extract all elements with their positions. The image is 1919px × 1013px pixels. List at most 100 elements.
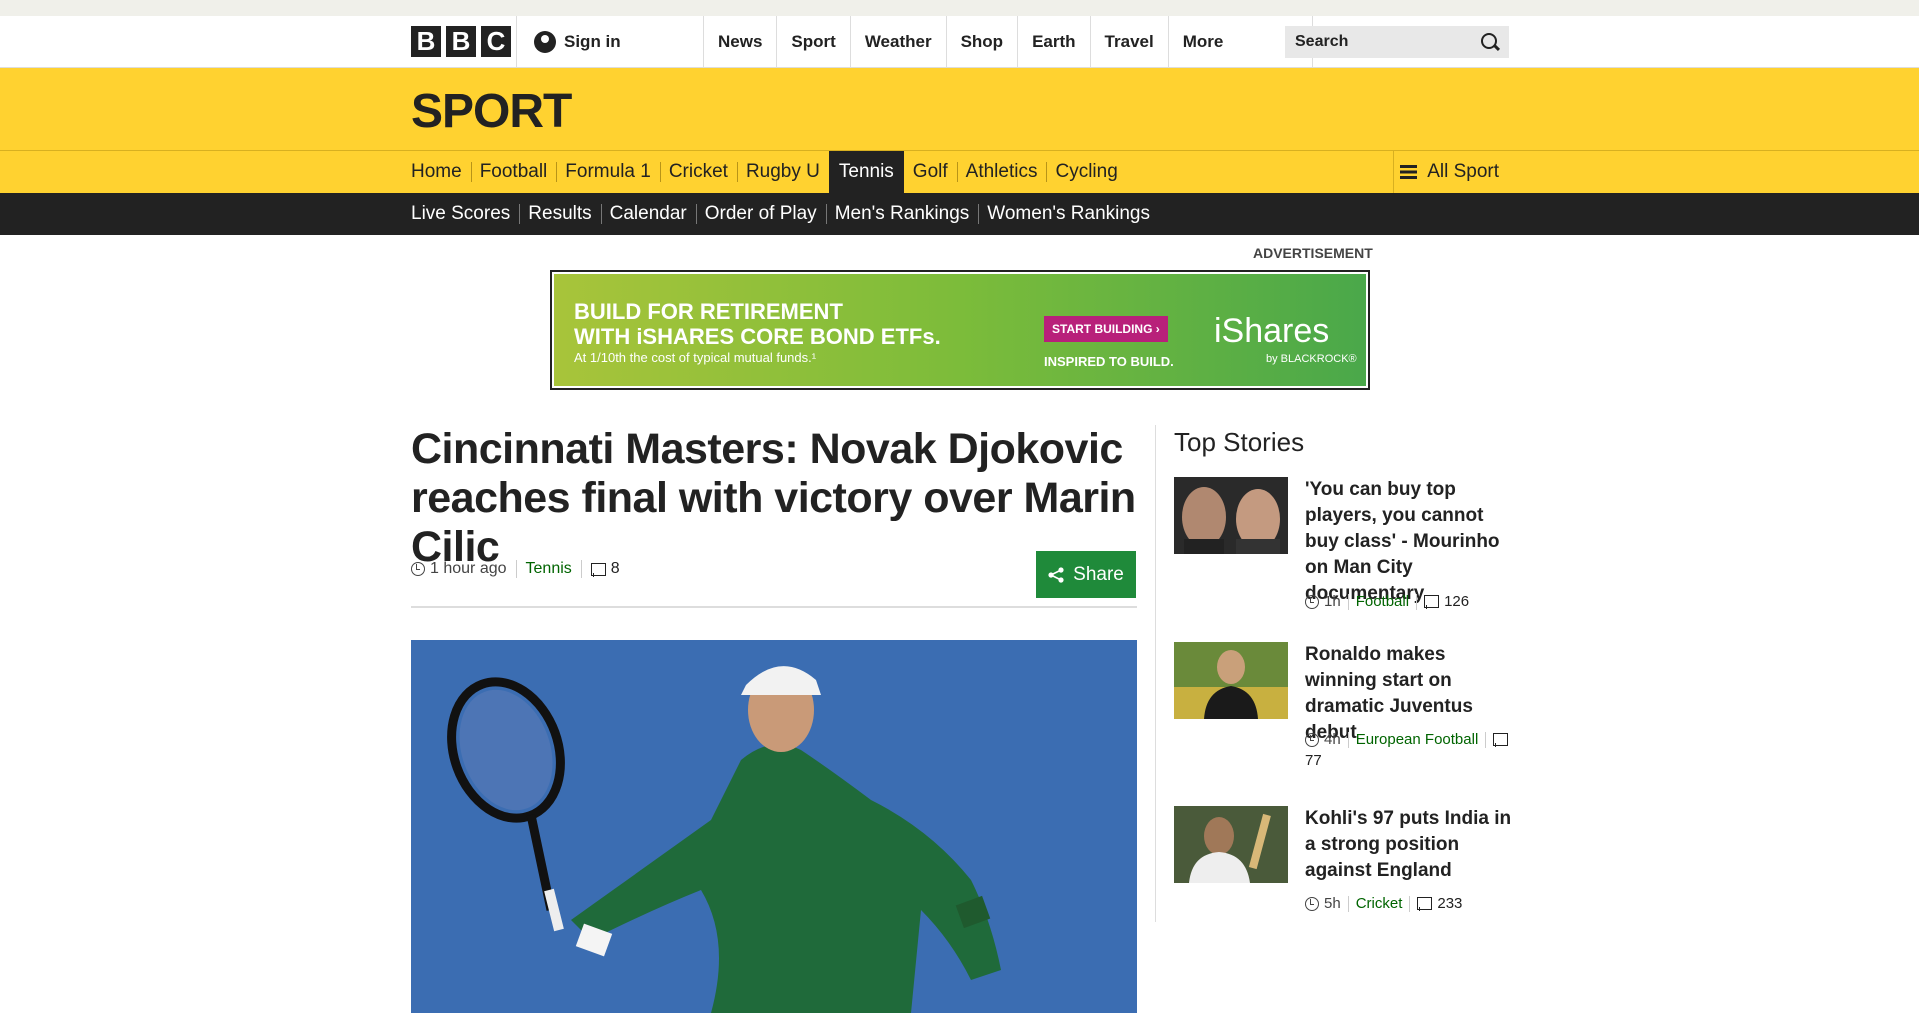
article-section-link[interactable]: Tennis	[526, 560, 572, 578]
all-sport-label: All Sport	[1427, 161, 1499, 182]
nav-link-travel[interactable]: Travel	[1089, 16, 1168, 68]
all-sport-button[interactable]: All Sport	[1393, 151, 1509, 193]
advertisement-banner[interactable]: BUILD FOR RETIREMENT WITH iSHARES CORE B…	[550, 270, 1370, 390]
comment-icon[interactable]	[590, 562, 606, 577]
search-input[interactable]	[1295, 33, 1465, 51]
article-hero-image	[411, 640, 1137, 1013]
top-story-item[interactable]: Kohli's 97 puts India in a strong positi…	[1174, 806, 1514, 926]
nav-link-sport[interactable]: Sport	[776, 16, 849, 68]
story-meta: 4h European Football 77	[1305, 731, 1514, 769]
share-button[interactable]: Share	[1036, 551, 1136, 598]
nav-link-weather[interactable]: Weather	[849, 16, 946, 68]
article-meta: 1 hour ago Tennis 8	[411, 560, 620, 578]
story-title[interactable]: 'You can buy top players, you cannot buy…	[1305, 477, 1514, 607]
sport-nav-football[interactable]: Football	[470, 151, 557, 193]
mourinho-guardiola-photo	[1174, 477, 1288, 554]
sport-header: SPORT	[0, 68, 1919, 151]
ad-small-text: At 1/10th the cost of typical mutual fun…	[574, 350, 817, 365]
logo-letter: C	[481, 26, 511, 57]
user-icon	[534, 31, 556, 53]
clock-icon	[411, 562, 425, 576]
clock-icon	[1305, 732, 1319, 747]
menu-icon	[1400, 165, 1418, 179]
ad-tagline: INSPIRED TO BUILD.	[1044, 354, 1174, 369]
sport-nav-rugby-union[interactable]: Rugby U	[736, 151, 829, 193]
global-nav-links: News Sport Weather Shop Earth Travel Mor…	[703, 16, 1313, 68]
ad-headline-line-2: WITH iSHARES CORE BOND ETFs.	[574, 324, 941, 349]
tennis-nav-live-scores[interactable]: Live Scores	[411, 193, 519, 235]
browser-top-strip	[0, 0, 1919, 16]
story-meta: 5h Cricket 233	[1305, 895, 1514, 912]
ad-headline: BUILD FOR RETIREMENT WITH iSHARES CORE B…	[574, 299, 974, 349]
divider	[1347, 593, 1349, 610]
article-headline: Cincinnati Masters: Novak Djokovic reach…	[411, 425, 1136, 571]
story-comment-count[interactable]: 77	[1305, 752, 1322, 769]
top-story-item[interactable]: 'You can buy top players, you cannot buy…	[1174, 477, 1514, 617]
story-comment-count[interactable]: 233	[1437, 895, 1462, 912]
divider	[1347, 731, 1349, 748]
column-divider	[1155, 425, 1156, 922]
sport-nav-golf[interactable]: Golf	[904, 151, 957, 193]
more-label: More	[1182, 32, 1224, 51]
advertisement-content: BUILD FOR RETIREMENT WITH iSHARES CORE B…	[554, 274, 1366, 386]
sign-in-label: Sign in	[564, 32, 621, 51]
tennis-nav-womens-rankings[interactable]: Women's Rankings	[978, 193, 1159, 235]
divider	[1416, 593, 1418, 610]
nav-link-earth[interactable]: Earth	[1017, 16, 1089, 68]
top-stories-heading: Top Stories	[1174, 427, 1305, 457]
story-comment-count[interactable]: 126	[1444, 593, 1469, 610]
top-story-item[interactable]: Ronaldo makes winning start on dramatic …	[1174, 642, 1514, 782]
story-section-link[interactable]: Football	[1356, 593, 1409, 610]
tennis-nav-calendar[interactable]: Calendar	[600, 193, 696, 235]
tennis-player-photo	[411, 640, 1137, 1013]
kohli-photo	[1174, 806, 1288, 883]
logo-letter: B	[446, 26, 476, 57]
tennis-nav-mens-rankings[interactable]: Men's Rankings	[825, 193, 979, 235]
divider	[1347, 895, 1349, 912]
ad-start-building-button[interactable]: START BUILDING ›	[1044, 316, 1168, 342]
sport-nav-tennis[interactable]: Tennis	[828, 151, 904, 193]
story-time: 5h	[1324, 895, 1341, 912]
sport-nav-cricket[interactable]: Cricket	[659, 151, 737, 193]
story-time: 1h	[1324, 593, 1341, 610]
article-time: 1 hour ago	[430, 560, 507, 577]
advertisement-label: ADVERTISEMENT	[1253, 245, 1373, 261]
sport-nav-athletics[interactable]: Athletics	[956, 151, 1047, 193]
share-icon	[1048, 566, 1064, 583]
divider	[580, 560, 582, 578]
clock-icon	[1305, 594, 1319, 609]
story-section-link[interactable]: European Football	[1356, 731, 1479, 748]
article-comment-count[interactable]: 8	[611, 560, 620, 578]
story-section-link[interactable]: Cricket	[1356, 895, 1403, 912]
sign-in-link[interactable]: Sign in	[516, 16, 704, 68]
bbc-logo[interactable]: B B C	[411, 26, 511, 57]
clock-icon	[1305, 896, 1319, 911]
ronaldo-photo	[1174, 642, 1288, 719]
share-label: Share	[1073, 563, 1124, 585]
story-title[interactable]: Kohli's 97 puts India in a strong positi…	[1305, 806, 1514, 884]
divider	[515, 560, 517, 578]
share-icon-graphic	[1048, 566, 1064, 583]
sport-title[interactable]: SPORT	[411, 84, 572, 139]
nav-link-news[interactable]: News	[703, 16, 776, 68]
tennis-nav-results[interactable]: Results	[519, 193, 600, 235]
ishares-logo: iShares	[1214, 312, 1330, 350]
logo-letter: B	[411, 26, 441, 57]
story-time: 4h	[1324, 731, 1341, 748]
comment-icon[interactable]	[1493, 733, 1509, 747]
comment-icon[interactable]	[1424, 595, 1440, 609]
comment-icon[interactable]	[1417, 897, 1433, 911]
sport-nav-home[interactable]: Home	[411, 151, 471, 193]
story-thumbnail[interactable]	[1174, 477, 1288, 554]
sport-nav-cycling[interactable]: Cycling	[1046, 151, 1126, 193]
ad-headline-line-1: BUILD FOR RETIREMENT	[574, 299, 843, 324]
global-nav: B B C Sign in News Sport Weather Shop Ea…	[0, 16, 1919, 68]
search-icon[interactable]	[1481, 33, 1499, 51]
nav-link-shop[interactable]: Shop	[945, 16, 1018, 68]
story-thumbnail[interactable]	[1174, 806, 1288, 883]
tennis-nav-order-of-play[interactable]: Order of Play	[695, 193, 826, 235]
sport-nav-formula-1[interactable]: Formula 1	[556, 151, 660, 193]
story-thumbnail[interactable]	[1174, 642, 1288, 719]
divider	[1485, 731, 1487, 748]
story-meta: 1h Football 126	[1305, 593, 1514, 610]
